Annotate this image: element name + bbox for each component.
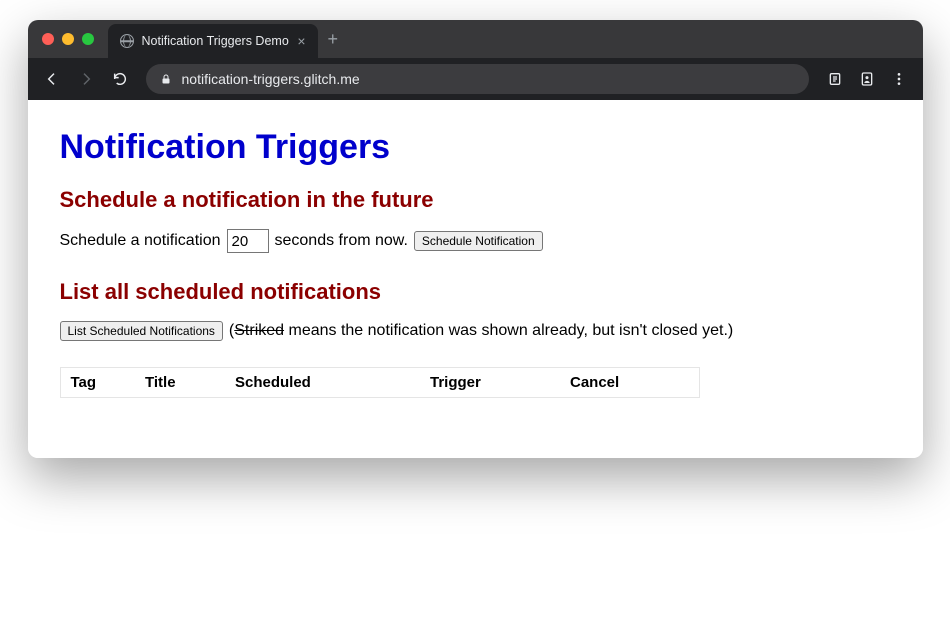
hint-text: (Striked means the notification was show… <box>229 322 733 340</box>
titlebar: Notification Triggers Demo × + <box>28 20 923 58</box>
profile-icon[interactable] <box>853 65 881 93</box>
page-title: Notification Triggers <box>60 128 891 167</box>
lock-icon <box>160 73 172 85</box>
schedule-suffix-text: seconds from now. <box>275 232 408 250</box>
page-content: Notification Triggers Schedule a notific… <box>28 100 923 458</box>
col-scheduled: Scheduled <box>225 368 420 398</box>
list-scheduled-button[interactable]: List Scheduled Notifications <box>60 321 223 341</box>
col-title: Title <box>135 368 225 398</box>
browser-toolbar: notification-triggers.glitch.me <box>28 58 923 100</box>
col-trigger: Trigger <box>420 368 560 398</box>
schedule-heading: Schedule a notification in the future <box>60 187 891 213</box>
globe-icon <box>120 34 134 48</box>
notifications-table: Tag Title Scheduled Trigger Cancel <box>60 367 700 398</box>
toolbar-actions <box>821 65 913 93</box>
tab-title: Notification Triggers Demo <box>142 34 290 48</box>
minimize-window-button[interactable] <box>62 33 74 45</box>
col-cancel: Cancel <box>560 368 699 398</box>
address-bar[interactable]: notification-triggers.glitch.me <box>146 64 809 94</box>
schedule-row: Schedule a notification seconds from now… <box>60 229 891 253</box>
back-button[interactable] <box>38 65 66 93</box>
close-window-button[interactable] <box>42 33 54 45</box>
reader-mode-icon[interactable] <box>821 65 849 93</box>
list-heading: List all scheduled notifications <box>60 279 891 305</box>
new-tab-button[interactable]: + <box>328 30 339 48</box>
menu-icon[interactable] <box>885 65 913 93</box>
schedule-prefix-text: Schedule a notification <box>60 232 221 250</box>
browser-tab[interactable]: Notification Triggers Demo × <box>108 24 318 58</box>
maximize-window-button[interactable] <box>82 33 94 45</box>
window-controls <box>42 33 94 45</box>
forward-button[interactable] <box>72 65 100 93</box>
url-text: notification-triggers.glitch.me <box>182 71 360 87</box>
schedule-notification-button[interactable]: Schedule Notification <box>414 231 543 251</box>
table-header-row: Tag Title Scheduled Trigger Cancel <box>60 368 699 398</box>
striked-word: Striked <box>234 322 284 339</box>
browser-window: Notification Triggers Demo × + notificat… <box>28 20 923 458</box>
close-tab-icon[interactable]: × <box>297 34 305 48</box>
reload-button[interactable] <box>106 65 134 93</box>
list-row: List Scheduled Notifications (Striked me… <box>60 321 891 341</box>
col-tag: Tag <box>60 368 135 398</box>
seconds-input[interactable] <box>227 229 269 253</box>
